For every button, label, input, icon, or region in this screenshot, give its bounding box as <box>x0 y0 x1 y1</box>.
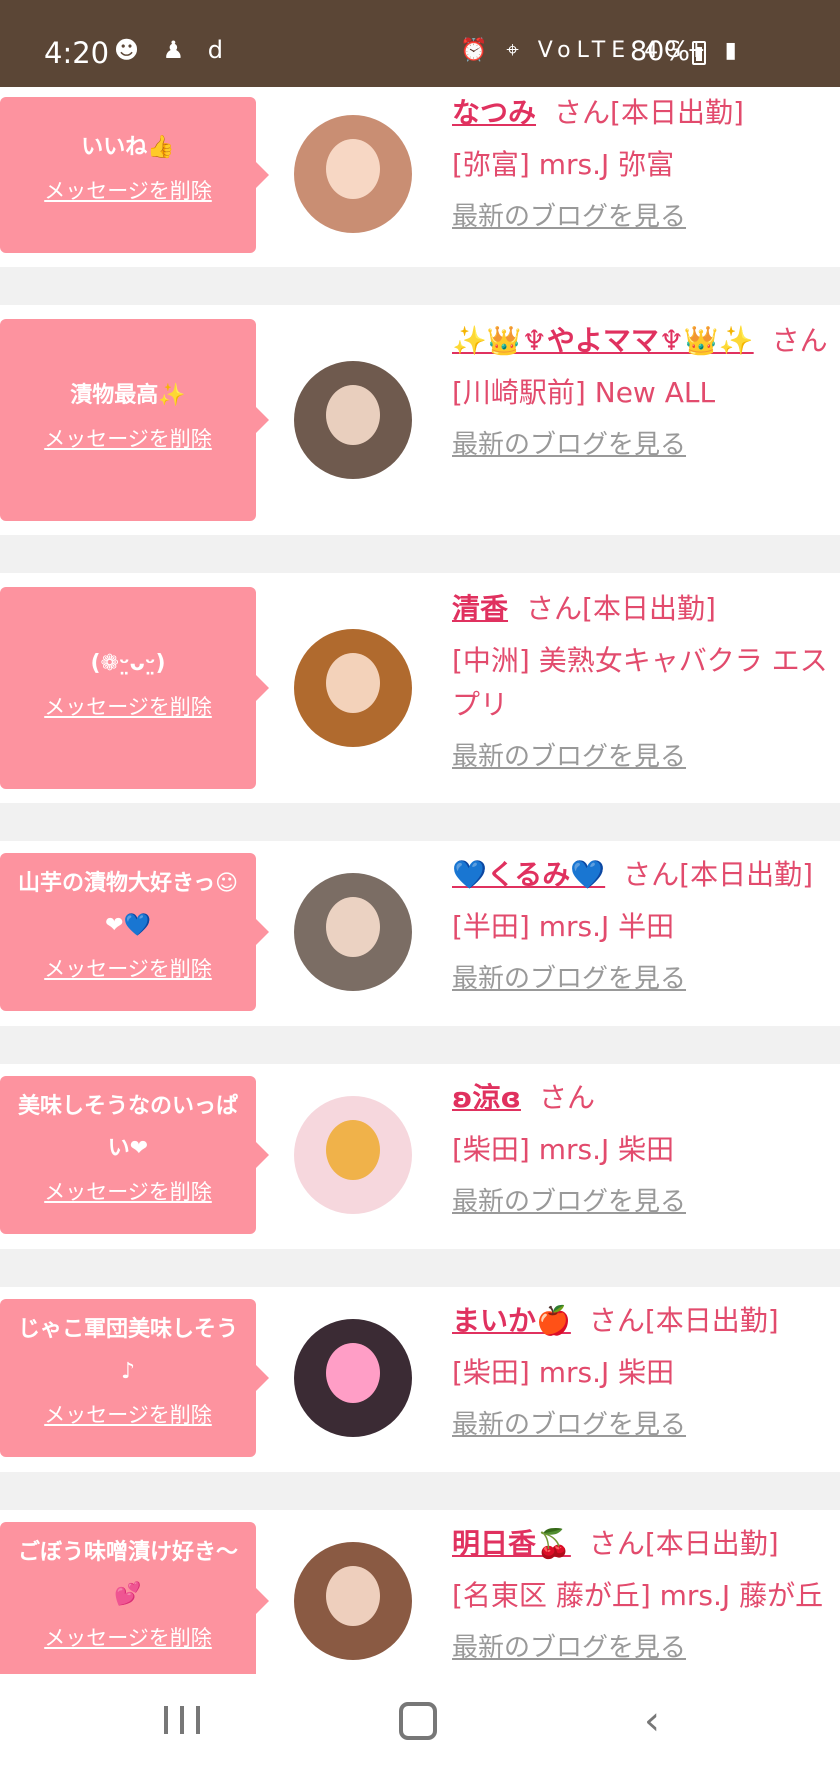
avatar[interactable] <box>294 629 412 747</box>
delete-message-link[interactable]: メッセージを削除 <box>0 1176 256 1206</box>
member-info: 清香 さん[本日出勤] [中洲] 美熟女キャバクラ エスプリ 最新のブログを見る <box>452 587 840 777</box>
recents-icon <box>164 1706 168 1734</box>
battery-percent: 80% <box>630 36 691 67</box>
shop-name: [中洲] 美熟女キャバクラ エスプリ <box>452 644 828 721</box>
member-info: ✨👑♆やよママ♆👑✨ さん [川崎駅前] New ALL 最新のブログを見る <box>452 319 840 465</box>
member-name-link[interactable]: ʚ涼ɞ <box>452 1081 521 1114</box>
avatar[interactable] <box>294 1096 412 1214</box>
blog-link[interactable]: 最新のブログを見る <box>452 425 840 465</box>
member-name-link[interactable]: 💙くるみ💙 <box>452 858 605 891</box>
blog-link[interactable]: 最新のブログを見る <box>452 197 840 237</box>
avatar[interactable] <box>294 1319 412 1437</box>
delete-message-link[interactable]: メッセージを削除 <box>0 953 256 983</box>
message-bubble: 山芋の漬物大好きっ☺❤💙 メッセージを削除 <box>0 853 269 1011</box>
member-info: ʚ涼ɞ さん [柴田] mrs.J 柴田 最新のブログを見る <box>452 1076 840 1222</box>
name-line: ✨👑♆やよママ♆👑✨ さん <box>452 319 840 363</box>
battery-icon <box>692 41 706 65</box>
message-text: (❁ᵕ̤ᴗᵕ̤) <box>90 651 166 676</box>
message-text: いいね👍 <box>81 135 175 160</box>
member-info: なつみ さん[本日出勤] [弥富] mrs.J 弥富 最新のブログを見る <box>452 91 840 237</box>
message-text: 漬物最高✨ <box>70 383 186 408</box>
name-line: ʚ涼ɞ さん <box>452 1076 840 1120</box>
name-line: 明日香🍒 さん[本日出勤] <box>452 1522 840 1566</box>
notification-icons: ☻ ♟ d <box>114 36 232 64</box>
name-line: まいか🍎 さん[本日出勤] <box>452 1299 840 1343</box>
member-name-link[interactable]: 明日香🍒 <box>452 1527 571 1560</box>
delete-message-link[interactable]: メッセージを削除 <box>0 175 256 205</box>
name-suffix: さん[本日出勤] <box>588 1527 779 1560</box>
list-item: じゃこ軍団美味しそう♪ メッセージを削除 まいか🍎 さん[本日出勤] [柴田] m… <box>0 1287 840 1472</box>
list-item: 山芋の漬物大好きっ☺❤💙 メッセージを削除 💙くるみ💙 さん[本日出勤] [半田]… <box>0 841 840 1026</box>
back-button[interactable]: ‹ <box>612 1696 692 1746</box>
message-list[interactable]: いいね👍 メッセージを削除 なつみ さん[本日出勤] [弥富] mrs.J 弥富 … <box>0 87 840 1674</box>
message-text: 山芋の漬物大好きっ☺❤💙 <box>17 871 239 938</box>
name-suffix: さん <box>538 1081 595 1114</box>
message-text: じゃこ軍団美味しそう♪ <box>17 1317 238 1384</box>
blog-link[interactable]: 最新のブログを見る <box>452 737 840 777</box>
recents-button[interactable] <box>142 1696 222 1746</box>
delete-message-link[interactable]: メッセージを削除 <box>0 1399 256 1429</box>
blog-link[interactable]: 最新のブログを見る <box>452 1182 840 1222</box>
name-line: なつみ さん[本日出勤] <box>452 91 840 135</box>
message-text: 美味しそうなのいっぱい❤ <box>17 1094 238 1161</box>
shop-name: [川崎駅前] New ALL <box>452 376 716 409</box>
shop-name: [名東区 藤が丘] mrs.J 藤が丘 <box>452 1579 824 1612</box>
member-info: まいか🍎 さん[本日出勤] [柴田] mrs.J 柴田 最新のブログを見る <box>452 1299 840 1445</box>
list-item: いいね👍 メッセージを削除 なつみ さん[本日出勤] [弥富] mrs.J 弥富 … <box>0 87 840 267</box>
member-name-link[interactable]: なつみ <box>452 96 536 129</box>
avatar[interactable] <box>294 1542 412 1660</box>
list-item: 美味しそうなのいっぱい❤ メッセージを削除 ʚ涼ɞ さん [柴田] mrs.J 柴… <box>0 1064 840 1249</box>
message-bubble: (❁ᵕ̤ᴗᵕ̤) メッセージを削除 <box>0 587 269 789</box>
message-bubble: ごぼう味噌漬け好き〜💕 メッセージを削除 <box>0 1522 269 1674</box>
shop-name: [柴田] mrs.J 柴田 <box>452 1133 675 1166</box>
recents-icon <box>180 1706 184 1734</box>
shop-name: [柴田] mrs.J 柴田 <box>452 1356 675 1389</box>
name-suffix: さん[本日出勤] <box>588 1304 779 1337</box>
blog-link[interactable]: 最新のブログを見る <box>452 959 840 999</box>
member-info: 明日香🍒 さん[本日出勤] [名東区 藤が丘] mrs.J 藤が丘 最新のブログを… <box>452 1522 840 1668</box>
name-suffix: さん <box>771 324 828 357</box>
member-name-link[interactable]: ✨👑♆やよママ♆👑✨ <box>452 324 754 357</box>
avatar[interactable] <box>294 115 412 233</box>
status-bar: 4:20 ☻ ♟ d ⏰ ⌖ VoLTE 4G+ ▮ 80% <box>0 0 840 87</box>
avatar[interactable] <box>294 873 412 991</box>
navigation-bar: ‹ <box>0 1674 840 1773</box>
delete-message-link[interactable]: メッセージを削除 <box>0 1622 256 1652</box>
blog-link[interactable]: 最新のブログを見る <box>452 1628 840 1668</box>
name-suffix: さん[本日出勤] <box>623 858 814 891</box>
name-line: 💙くるみ💙 さん[本日出勤] <box>452 853 840 897</box>
list-item: ごぼう味噌漬け好き〜💕 メッセージを削除 明日香🍒 さん[本日出勤] [名東区 藤… <box>0 1510 840 1674</box>
blog-link[interactable]: 最新のブログを見る <box>452 1405 840 1445</box>
recents-icon <box>196 1706 200 1734</box>
home-icon <box>399 1702 437 1740</box>
message-text: ごぼう味噌漬け好き〜💕 <box>17 1540 238 1607</box>
home-button[interactable] <box>378 1696 458 1746</box>
message-bubble: じゃこ軍団美味しそう♪ メッセージを削除 <box>0 1299 269 1457</box>
name-line: 清香 さん[本日出勤] <box>452 587 840 631</box>
shop-name: [弥富] mrs.J 弥富 <box>452 148 675 181</box>
avatar[interactable] <box>294 361 412 479</box>
delete-message-link[interactable]: メッセージを削除 <box>0 423 256 453</box>
delete-message-link[interactable]: メッセージを削除 <box>0 691 256 721</box>
message-bubble: 美味しそうなのいっぱい❤ メッセージを削除 <box>0 1076 269 1234</box>
name-suffix: さん[本日出勤] <box>554 96 744 129</box>
list-item: (❁ᵕ̤ᴗᵕ̤) メッセージを削除 清香 さん[本日出勤] [中洲] 美熟女キャバ… <box>0 573 840 803</box>
member-name-link[interactable]: 清香 <box>452 592 508 625</box>
shop-name: [半田] mrs.J 半田 <box>452 910 675 943</box>
status-time: 4:20 <box>44 36 110 70</box>
list-item: 漬物最高✨ メッセージを削除 ✨👑♆やよママ♆👑✨ さん [川崎駅前] New A… <box>0 305 840 535</box>
message-bubble: 漬物最高✨ メッセージを削除 <box>0 319 269 521</box>
message-bubble: いいね👍 メッセージを削除 <box>0 97 269 253</box>
name-suffix: さん[本日出勤] <box>526 592 716 625</box>
member-name-link[interactable]: まいか🍎 <box>452 1304 571 1337</box>
member-info: 💙くるみ💙 さん[本日出勤] [半田] mrs.J 半田 最新のブログを見る <box>452 853 840 999</box>
